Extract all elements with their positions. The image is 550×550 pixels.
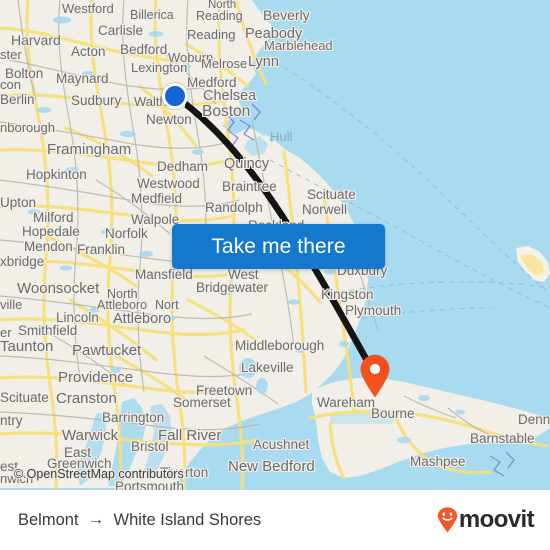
destination-pin-marker[interactable]: [359, 354, 391, 398]
take-me-there-button[interactable]: Take me there: [172, 224, 385, 269]
footer-bar: Belmont → White Island Shores moovit: [0, 490, 550, 550]
origin-dot-marker[interactable]: [162, 83, 188, 109]
map-canvas[interactable]: Westford Billerica North Reading Beverly Carl…: [0, 0, 550, 490]
moovit-pin-smiley-icon: [437, 507, 458, 533]
moovit-route-screenshot: Westford Billerica North Reading Beverly Carl…: [0, 0, 550, 550]
route-summary: Belmont → White Island Shores: [18, 510, 261, 530]
moovit-logo[interactable]: moovit: [437, 506, 535, 534]
map-pin-icon: [360, 354, 390, 398]
destination-label: White Island Shores: [113, 510, 262, 529]
openstreetmap-attribution[interactable]: © OpenStreetMap contributors: [14, 467, 184, 481]
arrow-right-icon: →: [87, 509, 105, 529]
moovit-wordmark: moovit: [458, 506, 535, 533]
origin-label: Belmont: [18, 510, 79, 529]
